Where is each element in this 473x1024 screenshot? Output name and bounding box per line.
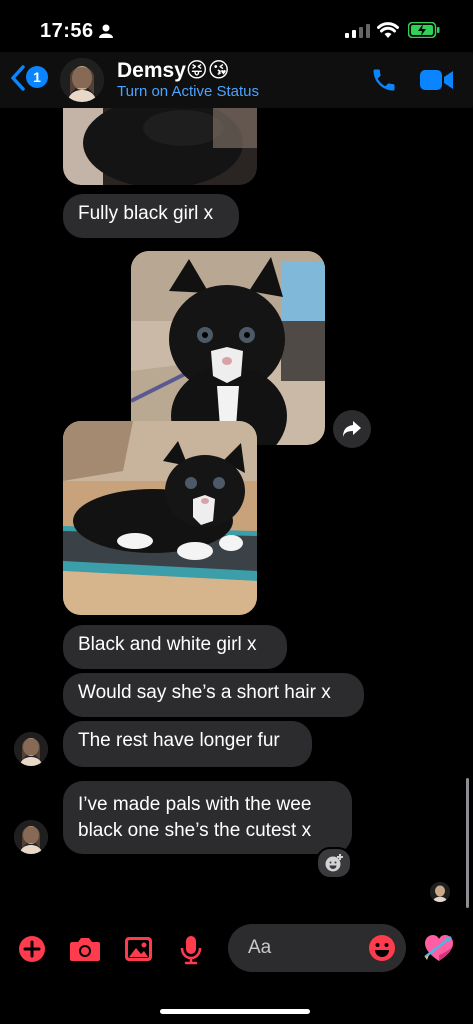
message-text: Would say she’s a short hair x bbox=[78, 682, 331, 703]
message-text-line: black one she’s the cutest x bbox=[78, 820, 312, 841]
message-input[interactable]: Aa bbox=[228, 924, 406, 972]
sender-avatar[interactable] bbox=[14, 732, 48, 766]
message-bubble[interactable]: Black and white girl x bbox=[63, 625, 287, 669]
message-text: Black and white girl x bbox=[78, 634, 257, 655]
share-arrow-icon bbox=[343, 421, 361, 437]
home-indicator bbox=[160, 1009, 310, 1014]
scrollbar[interactable] bbox=[466, 778, 469, 908]
message-image-black-kitten[interactable] bbox=[63, 108, 257, 185]
emoji-icon[interactable] bbox=[368, 934, 396, 962]
plus-circle-icon[interactable] bbox=[18, 935, 46, 963]
read-receipt-avatar bbox=[430, 882, 450, 902]
message-text: The rest have longer fur bbox=[78, 730, 280, 751]
message-bubble[interactable]: I’ve made pals with the wee black one sh… bbox=[63, 781, 352, 854]
person-icon bbox=[99, 24, 113, 38]
cellular-signal-icon bbox=[345, 24, 370, 38]
heart-with-arrow-icon[interactable] bbox=[423, 933, 455, 963]
gallery-icon[interactable] bbox=[124, 935, 153, 963]
message-bubble[interactable]: Fully black girl x bbox=[63, 194, 239, 238]
microphone-icon[interactable] bbox=[180, 935, 202, 965]
share-button[interactable] bbox=[333, 410, 371, 448]
contact-name[interactable]: Demsy😝😘 bbox=[117, 58, 230, 83]
status-bar: 17:56 bbox=[0, 0, 473, 58]
message-text-line: I’ve made pals with the wee bbox=[78, 794, 312, 815]
add-reaction-button[interactable] bbox=[316, 847, 352, 879]
message-text: Fully black girl x bbox=[78, 203, 214, 224]
contact-avatar[interactable] bbox=[60, 58, 104, 102]
conversation-header: 1 Demsy😝😘 Turn on Active Status bbox=[0, 52, 473, 108]
active-status-link[interactable]: Turn on Active Status bbox=[117, 83, 259, 100]
battery-charging-icon bbox=[408, 22, 440, 38]
message-image-kitten-lying[interactable] bbox=[63, 421, 257, 615]
message-composer: Aa bbox=[0, 920, 473, 980]
camera-icon[interactable] bbox=[69, 935, 101, 963]
add-reaction-icon bbox=[325, 854, 343, 872]
wifi-icon bbox=[377, 22, 399, 38]
back-chevron-icon[interactable] bbox=[10, 64, 26, 92]
unread-badge[interactable]: 1 bbox=[26, 66, 48, 88]
message-image-tuxedo-kitten[interactable] bbox=[131, 251, 325, 445]
message-bubble[interactable]: Would say she’s a short hair x bbox=[63, 673, 364, 717]
message-bubble[interactable]: The rest have longer fur bbox=[63, 721, 312, 767]
sender-avatar[interactable] bbox=[14, 820, 48, 854]
message-input-placeholder: Aa bbox=[248, 937, 272, 958]
phone-icon[interactable] bbox=[370, 66, 398, 94]
video-camera-icon[interactable] bbox=[420, 68, 454, 92]
clock: 17:56 bbox=[40, 20, 94, 42]
